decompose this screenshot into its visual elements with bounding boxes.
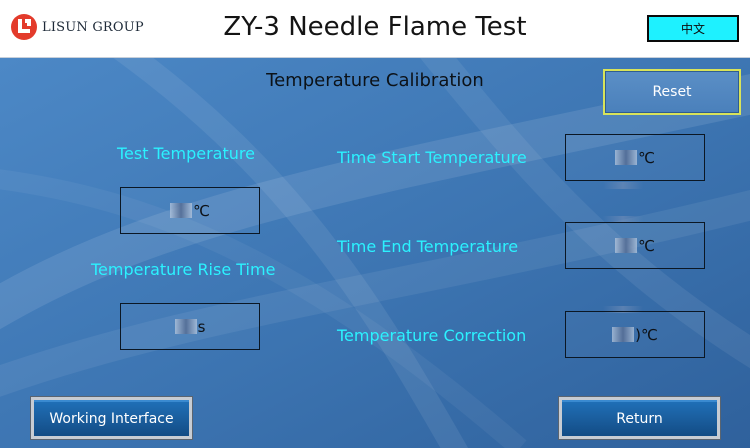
header-bar: LISUN GROUP ZY-3 Needle Flame Test 中文 — [0, 0, 750, 58]
correction-field[interactable]: ) ℃ — [565, 311, 705, 358]
rise-time-label: Temperature Rise Time — [91, 260, 276, 279]
return-button[interactable]: Return — [558, 396, 721, 440]
value-redacted — [612, 327, 635, 342]
correction-unit: ℃ — [641, 325, 658, 344]
reset-button[interactable]: Reset — [603, 69, 741, 115]
page-title: ZY-3 Needle Flame Test — [223, 12, 527, 42]
rise-time-unit: s — [197, 317, 206, 336]
value-redacted — [615, 150, 638, 165]
return-label: Return — [562, 400, 717, 436]
working-interface-label: Working Interface — [34, 400, 189, 436]
working-interface-button[interactable]: Working Interface — [30, 396, 193, 440]
value-redacted — [615, 238, 638, 253]
start-temperature-label: Time Start Temperature — [337, 148, 527, 167]
value-redacted — [174, 319, 197, 334]
end-temperature-field[interactable]: ℃ — [565, 222, 705, 269]
start-temperature-unit: ℃ — [638, 148, 655, 167]
test-temperature-unit: ℃ — [193, 201, 210, 220]
end-temperature-unit: ℃ — [638, 236, 655, 255]
test-temperature-label: Test Temperature — [117, 144, 255, 163]
value-redacted — [170, 203, 193, 218]
language-toggle-button[interactable]: 中文 — [647, 15, 739, 42]
start-temperature-field[interactable]: ℃ — [565, 134, 705, 181]
value-redacted — [603, 182, 643, 189]
test-temperature-field[interactable]: ℃ — [120, 187, 260, 234]
end-temperature-label: Time End Temperature — [337, 237, 519, 256]
screen: LISUN GROUP ZY-3 Needle Flame Test 中文 Te… — [0, 0, 750, 448]
rise-time-field[interactable]: s — [120, 303, 260, 350]
correction-label: Temperature Correction — [337, 326, 527, 345]
